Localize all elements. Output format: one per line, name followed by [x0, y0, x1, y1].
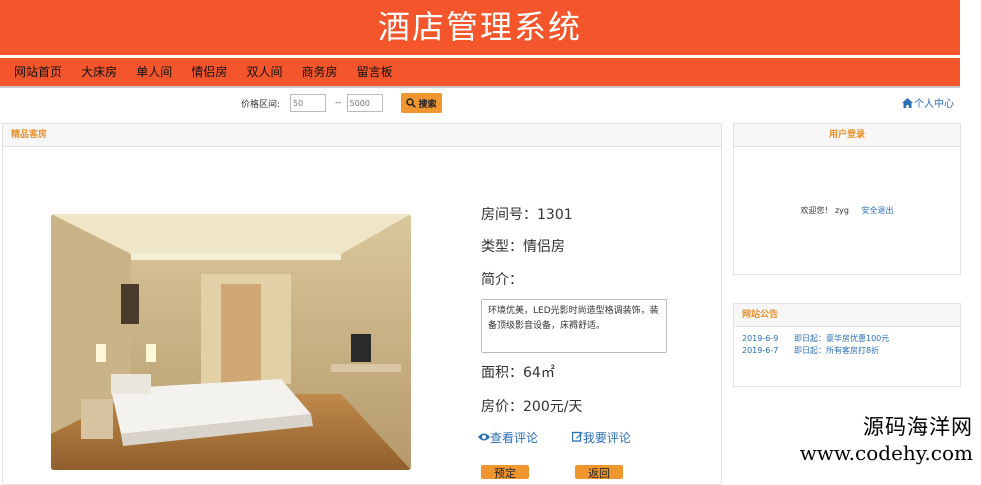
comment-links: 查看评论 我要评论: [478, 429, 631, 446]
news-text: 即日起：豪华房优惠100元: [794, 334, 890, 343]
price-label: 房价：: [481, 399, 523, 415]
room-intro-textarea[interactable]: 环境优美，LED光影时尚造型格调装饰，装备顶级影音设备，床褥舒适。: [481, 299, 667, 353]
room-number-row: 房间号：1301: [481, 204, 573, 224]
room-panel-title: 精品客房: [3, 124, 721, 147]
price-value: 200元/天: [523, 399, 583, 415]
user-center-label: 个人中心: [914, 99, 954, 110]
watermark: 源码海洋网 www.codehy.com: [800, 411, 973, 465]
username: zyg: [834, 206, 849, 215]
room-type-value: 情侣房: [523, 239, 565, 255]
book-button[interactable]: 预定: [481, 465, 529, 479]
nav-item-king-room[interactable]: 大床房: [81, 58, 117, 86]
price-row: 房价：200元/天: [481, 396, 582, 416]
back-button[interactable]: 返回: [575, 465, 623, 479]
room-number-label: 房间号：: [481, 207, 537, 223]
nav-item-business-room[interactable]: 商务房: [302, 58, 338, 86]
news-panel: 网站公告 2019-6-9 即日起：豪华房优惠100元 2019-6-7 即日起：所…: [733, 303, 961, 387]
site-header: 酒店管理系统: [0, 0, 960, 57]
logout-link[interactable]: 安全退出: [862, 206, 894, 215]
news-text: 即日起：所有客房打8折: [794, 346, 880, 355]
site-title: 酒店管理系统: [377, 8, 582, 46]
eye-icon: [478, 433, 490, 441]
nav-item-home[interactable]: 网站首页: [14, 58, 62, 86]
welcome-text: 欢迎您！: [800, 206, 833, 215]
view-comments-label: 查看评论: [490, 431, 539, 445]
search-icon: [405, 98, 416, 108]
home-icon: [902, 97, 913, 108]
search-button[interactable]: 搜索: [400, 93, 442, 113]
news-item[interactable]: 2019-6-7 即日起：所有客房打8折: [742, 345, 960, 357]
room-type-row: 类型：情侣房: [481, 236, 565, 256]
write-comment-link[interactable]: 我要评论: [571, 431, 631, 445]
area-value: 64㎡: [523, 365, 555, 381]
search-button-label: 搜索: [418, 99, 437, 110]
watermark-line1: 源码海洋网: [863, 415, 973, 439]
nav-item-double-room[interactable]: 双人间: [246, 58, 282, 86]
login-status: 欢迎您！ zyg 安全退出: [734, 147, 960, 216]
news-date: 2019-6-7: [742, 346, 779, 355]
news-panel-title: 网站公告: [734, 304, 960, 327]
area-row: 面积：64㎡: [481, 362, 555, 382]
user-center-link[interactable]: 个人中心: [902, 95, 954, 110]
room-type-label: 类型：: [481, 239, 523, 255]
intro-label: 简介：: [481, 272, 523, 288]
nav-item-guestbook[interactable]: 留言板: [357, 58, 393, 86]
view-comments-link[interactable]: 查看评论: [478, 431, 542, 445]
min-price-input[interactable]: 50: [290, 94, 327, 112]
room-detail-panel: 精品客房 房间号：1301 类型：情侣房 简介： 面积：64㎡ 房价：200元/…: [2, 123, 722, 485]
range-separator: --: [335, 98, 342, 108]
nav-item-couple-room[interactable]: 情侣房: [191, 58, 227, 86]
write-comment-label: 我要评论: [582, 431, 631, 445]
news-date: 2019-6-9: [742, 334, 779, 343]
max-price-input[interactable]: 5000: [346, 94, 383, 112]
login-panel: 用户登录 欢迎您！ zyg 安全退出: [733, 123, 961, 275]
nav-item-single-room[interactable]: 单人间: [136, 58, 172, 86]
room-number-value: 1301: [537, 207, 573, 223]
news-list: 2019-6-9 即日起：豪华房优惠100元 2019-6-7 即日起：所有客房打8…: [734, 327, 960, 357]
area-label: 面积：: [481, 365, 523, 381]
news-item[interactable]: 2019-6-9 即日起：豪华房优惠100元: [742, 333, 960, 345]
main-nav: 网站首页 大床房 单人间 情侣房 双人间 商务房 留言板: [0, 58, 960, 88]
login-panel-title: 用户登录: [734, 124, 960, 147]
price-range-label: 价格区间:: [241, 99, 281, 110]
price-search: 价格区间: 50 -- 5000 搜索: [241, 93, 442, 113]
edit-icon: [571, 431, 583, 442]
watermark-line2: www.codehy.com: [799, 441, 973, 465]
room-photo: [51, 214, 411, 470]
